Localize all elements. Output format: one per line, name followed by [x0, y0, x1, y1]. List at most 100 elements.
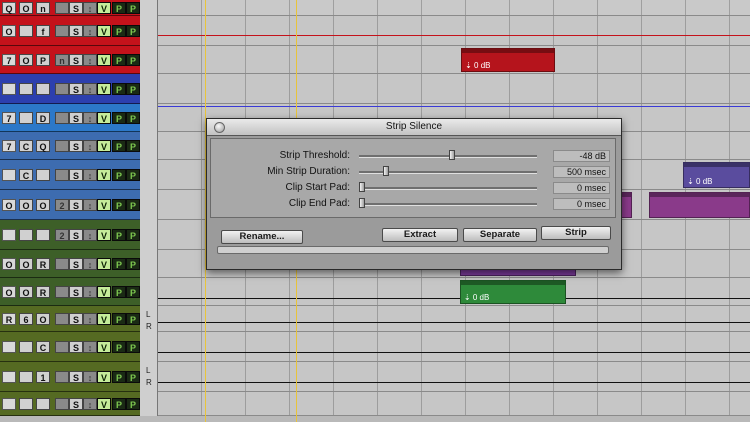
track-button-1[interactable]: O: [19, 2, 33, 14]
voice-button[interactable]: V: [97, 112, 111, 124]
playlist-button-2[interactable]: P: [126, 54, 140, 66]
playlist-button-2[interactable]: P: [126, 169, 140, 181]
record-button[interactable]: ↕: [83, 229, 97, 241]
track-button-1[interactable]: 6: [19, 313, 33, 325]
record-button[interactable]: ↕: [83, 169, 97, 181]
solo-button[interactable]: S: [69, 169, 83, 181]
playlist-button-2[interactable]: P: [126, 286, 140, 298]
record-button[interactable]: ↕: [83, 140, 97, 152]
playlist-button[interactable]: P: [112, 341, 126, 353]
strip-button[interactable]: Strip: [541, 226, 611, 240]
playlist-button[interactable]: P: [112, 2, 126, 14]
voice-button[interactable]: V: [97, 229, 111, 241]
track-button-2[interactable]: C: [36, 341, 50, 353]
track-row[interactable]: S ↕ V P P: [0, 74, 750, 104]
track-button-2[interactable]: O: [36, 313, 50, 325]
record-button[interactable]: ↕: [83, 258, 97, 270]
track-row[interactable]: Q On S ↕ V P P: [0, 0, 750, 16]
slider-thumb[interactable]: [359, 198, 365, 208]
track-number[interactable]: [2, 341, 16, 353]
track-button-1[interactable]: [19, 112, 33, 124]
track-button-3[interactable]: n: [55, 54, 69, 66]
track-lane[interactable]: [158, 332, 750, 362]
track-number[interactable]: O: [2, 25, 16, 37]
solo-button[interactable]: S: [69, 398, 83, 410]
track-lane[interactable]: [158, 74, 750, 104]
min-strip-duration-value[interactable]: 500 msec: [553, 166, 610, 178]
track-number[interactable]: [2, 229, 16, 241]
track-button-1[interactable]: O: [19, 54, 33, 66]
audio-clip[interactable]: ⇣ 0 dB: [461, 48, 555, 72]
track-button-2[interactable]: R: [36, 258, 50, 270]
dialog-title-bar[interactable]: Strip Silence: [207, 119, 621, 136]
track-row[interactable]: R 6 O S ↕ V P P: [0, 306, 750, 332]
track-button-1[interactable]: [19, 25, 33, 37]
track-button-1[interactable]: [19, 398, 33, 410]
track-number[interactable]: R: [2, 313, 16, 325]
track-button-3[interactable]: [55, 341, 69, 353]
track-number[interactable]: [2, 371, 16, 383]
solo-button[interactable]: S: [69, 83, 83, 95]
track-button-2[interactable]: D: [36, 112, 50, 124]
track-button-1[interactable]: [19, 229, 33, 241]
track-number[interactable]: O: [2, 199, 16, 211]
playlist-button-2[interactable]: P: [126, 25, 140, 37]
track-number[interactable]: 7: [2, 140, 16, 152]
track-number[interactable]: [2, 398, 16, 410]
track-lane[interactable]: [158, 16, 750, 46]
track-header[interactable]: R 6 O S ↕ V P P: [0, 306, 140, 332]
playlist-button-2[interactable]: P: [126, 83, 140, 95]
track-header[interactable]: C S ↕ V P P: [0, 160, 140, 190]
playlist-button-2[interactable]: P: [126, 371, 140, 383]
playlist-button[interactable]: P: [112, 199, 126, 211]
track-button-3[interactable]: [55, 169, 69, 181]
track-button-2[interactable]: O: [36, 199, 50, 211]
track-header[interactable]: O O O 2 S ↕ V P P: [0, 190, 140, 220]
track-header[interactable]: S ↕ V P P: [0, 392, 140, 416]
track-button-1[interactable]: O: [19, 258, 33, 270]
voice-button[interactable]: V: [97, 286, 111, 298]
track-button-3[interactable]: 2: [55, 229, 69, 241]
solo-button[interactable]: S: [69, 25, 83, 37]
solo-button[interactable]: S: [69, 140, 83, 152]
close-icon[interactable]: [214, 122, 225, 133]
track-number[interactable]: [2, 169, 16, 181]
track-header[interactable]: 2 S ↕ V P P: [0, 220, 140, 250]
track-button-1[interactable]: [19, 341, 33, 353]
min-strip-duration-slider[interactable]: [359, 166, 537, 176]
voice-button[interactable]: V: [97, 25, 111, 37]
solo-button[interactable]: S: [69, 258, 83, 270]
track-row[interactable]: S ↕ V P P: [0, 392, 750, 416]
voice-button[interactable]: V: [97, 258, 111, 270]
playlist-button-2[interactable]: P: [126, 2, 140, 14]
track-number[interactable]: [2, 83, 16, 95]
playlist-button[interactable]: P: [112, 112, 126, 124]
playlist-button-2[interactable]: P: [126, 140, 140, 152]
playlist-button[interactable]: P: [112, 313, 126, 325]
solo-button[interactable]: S: [69, 229, 83, 241]
playlist-button-2[interactable]: P: [126, 112, 140, 124]
track-header[interactable]: C S ↕ V P P: [0, 332, 140, 362]
track-lane[interactable]: [158, 362, 750, 392]
track-row[interactable]: C S ↕ V P P: [0, 332, 750, 362]
track-button-2[interactable]: [36, 83, 50, 95]
record-button[interactable]: ↕: [83, 54, 97, 66]
track-lane[interactable]: [158, 392, 750, 416]
track-button-2[interactable]: n: [36, 2, 50, 14]
track-lane[interactable]: [158, 278, 750, 306]
record-button[interactable]: ↕: [83, 286, 97, 298]
record-button[interactable]: ↕: [83, 371, 97, 383]
playlist-button[interactable]: P: [112, 169, 126, 181]
playlist-button[interactable]: P: [112, 398, 126, 410]
slider-thumb[interactable]: [359, 182, 365, 192]
track-button-3[interactable]: [55, 140, 69, 152]
playlist-button-2[interactable]: P: [126, 199, 140, 211]
playlist-button-2[interactable]: P: [126, 313, 140, 325]
voice-button[interactable]: V: [97, 313, 111, 325]
track-header[interactable]: O O R S ↕ V P P: [0, 250, 140, 278]
track-button-3[interactable]: [55, 398, 69, 410]
track-button-1[interactable]: O: [19, 286, 33, 298]
track-header[interactable]: Q On S ↕ V P P: [0, 0, 140, 16]
voice-button[interactable]: V: [97, 83, 111, 95]
clip-start-pad-slider[interactable]: [359, 182, 537, 192]
